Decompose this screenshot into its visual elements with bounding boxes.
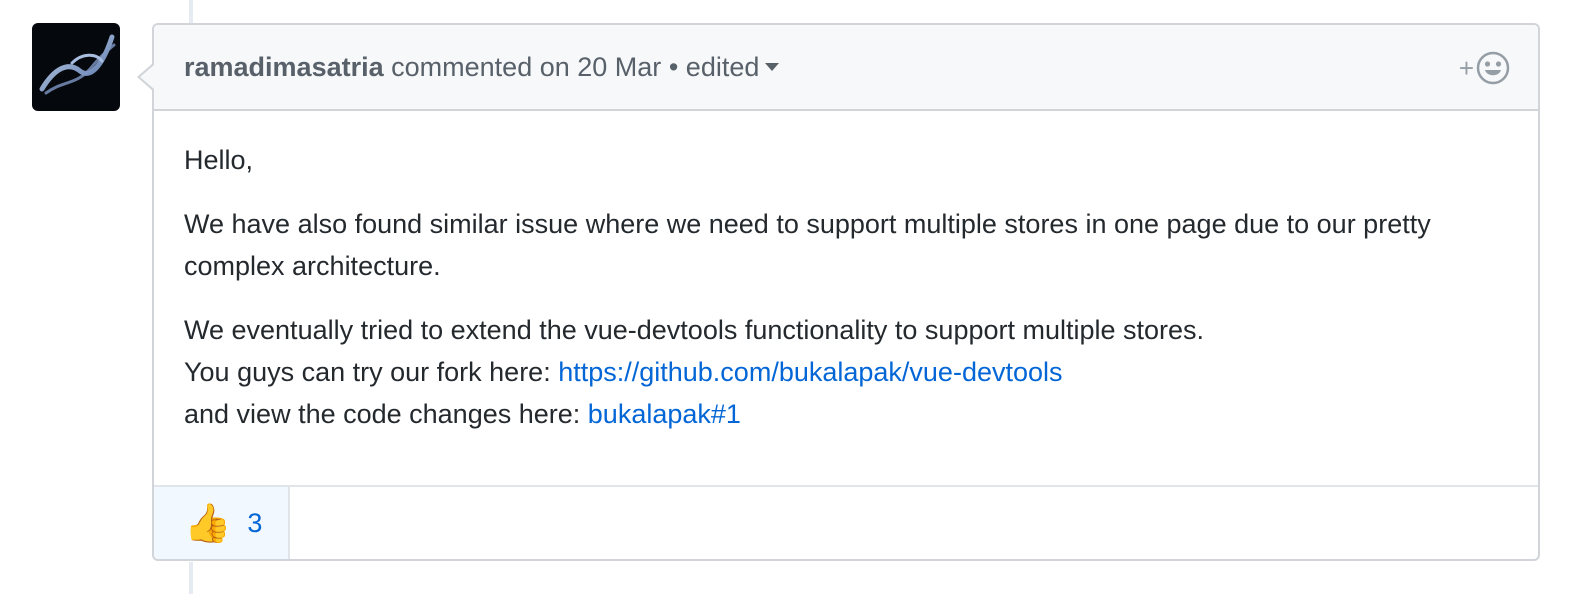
timeline-line-bottom (189, 562, 193, 594)
reaction-count: 3 (247, 507, 263, 538)
body-line: and view the code changes here: (184, 399, 588, 429)
comment-caret-inner (140, 65, 154, 89)
timeline: ramadimasatria commented on 20 Mar • edi… (0, 0, 1578, 594)
timeline-line-top (189, 0, 193, 24)
fork-paragraph: We eventually tried to extend the vue-de… (184, 309, 1508, 435)
body-paragraph: We have also found similar issue where w… (184, 209, 1431, 281)
edited-dropdown[interactable]: edited (686, 52, 780, 82)
author-link[interactable]: ramadimasatria (184, 52, 384, 82)
body-line: We eventually tried to extend the vue-de… (184, 315, 1205, 345)
pull-request-link[interactable]: bukalapak#1 (588, 399, 741, 429)
reactions-bar: 👍 3 (154, 485, 1538, 559)
fork-link[interactable]: https://github.com/bukalapak/vue-devtool… (558, 357, 1062, 387)
comment-body: Hello, We have also found similar issue … (154, 111, 1538, 435)
thumbs-up-reaction-button[interactable]: 👍 3 (154, 487, 290, 559)
plus-icon: + (1458, 53, 1474, 83)
edited-label: edited (685, 52, 760, 82)
comment-action: commented on (391, 52, 570, 82)
thumbs-up-icon: 👍 (184, 501, 232, 545)
comment-box: ramadimasatria commented on 20 Mar • edi… (137, 23, 1540, 561)
chevron-down-icon (765, 62, 780, 71)
add-reaction-button[interactable]: + (1459, 51, 1510, 85)
comment-date-link[interactable]: 20 Mar (577, 52, 661, 82)
avatar[interactable] (32, 23, 120, 111)
comment-meta: ramadimasatria commented on 20 Mar • edi… (184, 51, 780, 83)
meta-separator: • (668, 52, 679, 82)
smiley-icon (1476, 51, 1510, 85)
comment-header: ramadimasatria commented on 20 Mar • edi… (154, 25, 1538, 111)
avatar-logo-icon (39, 34, 116, 95)
greeting-paragraph: Hello, (184, 145, 254, 175)
body-line: You guys can try our fork here: (184, 357, 559, 387)
